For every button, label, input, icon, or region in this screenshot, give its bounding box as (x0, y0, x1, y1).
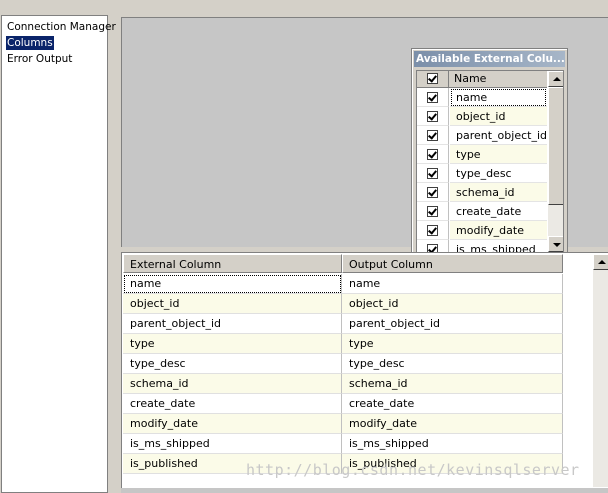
mapping-row[interactable]: is_published is_published (123, 454, 563, 474)
arrow-up-icon (598, 260, 606, 264)
nav-item-columns[interactable]: Columns (6, 36, 54, 50)
scroll-thumb[interactable] (548, 87, 563, 205)
column-checkbox[interactable] (427, 149, 438, 160)
mapping-header: External Column Output Column (123, 254, 563, 273)
mapping-rows: name name object_id object_id parent_object_… (123, 274, 563, 474)
output-column-cell[interactable]: type_desc (342, 354, 563, 374)
external-column-cell[interactable]: name (123, 274, 342, 294)
checkbox-cell[interactable] (417, 202, 449, 221)
checkbox-cell[interactable] (417, 183, 449, 202)
external-column-row[interactable]: parent_object_id (417, 126, 547, 145)
external-column-name: object_id (450, 107, 547, 126)
mapping-row[interactable]: is_ms_shipped is_ms_shipped (123, 434, 563, 454)
mapping-scroll-up-button[interactable] (593, 254, 608, 270)
external-columns-header: Name (417, 71, 547, 88)
output-column-cell[interactable]: is_ms_shipped (342, 434, 563, 454)
mapping-row[interactable]: parent_object_id parent_object_id (123, 314, 563, 334)
column-checkbox[interactable] (427, 187, 438, 198)
mapping-row[interactable]: schema_id schema_id (123, 374, 563, 394)
external-column-cell[interactable]: type_desc (123, 354, 342, 374)
external-column-row[interactable]: type_desc (417, 164, 547, 183)
external-column-cell[interactable]: create_date (123, 394, 342, 414)
external-column-cell[interactable]: is_published (123, 454, 342, 474)
external-columns-grid: Name name object_id parent_object_id type ty… (416, 70, 564, 253)
available-external-columns-box[interactable]: Available External Colu... Name name obje… (411, 48, 568, 257)
column-checkbox[interactable] (427, 111, 438, 122)
external-column-cell[interactable]: type (123, 334, 342, 354)
column-mapping-grid: External Column Output Column name name ob… (121, 252, 608, 488)
external-column-row[interactable]: type (417, 145, 547, 164)
external-column-cell[interactable]: parent_object_id (123, 314, 342, 334)
checkbox-cell[interactable] (417, 164, 449, 183)
external-column-name: type_desc (450, 164, 547, 183)
external-column-name: name (450, 88, 547, 107)
checkbox-cell[interactable] (417, 88, 449, 107)
arrow-down-icon (553, 243, 561, 247)
output-column-cell[interactable]: modify_date (342, 414, 563, 434)
arrow-up-icon (553, 77, 561, 81)
select-all-checkbox[interactable] (427, 73, 438, 84)
mapping-row[interactable]: name name (123, 274, 563, 294)
external-column-cell[interactable]: object_id (123, 294, 342, 314)
output-column-cell[interactable]: type (342, 334, 563, 354)
external-columns-scrollbar[interactable] (548, 71, 563, 252)
external-column-name: modify_date (450, 221, 547, 240)
output-column-cell[interactable]: parent_object_id (342, 314, 563, 334)
mapping-row[interactable]: type type (123, 334, 563, 354)
page-navigation: Connection Manager Columns Error Output (1, 15, 116, 493)
output-column-header[interactable]: Output Column (342, 254, 563, 273)
name-column-header[interactable]: Name (450, 71, 547, 87)
output-column-cell[interactable]: schema_id (342, 374, 563, 394)
external-column-name: type (450, 145, 547, 164)
external-column-row[interactable]: create_date (417, 202, 547, 221)
external-column-cell[interactable]: schema_id (123, 374, 342, 394)
mapping-scrollbar[interactable] (593, 254, 608, 487)
mapping-row[interactable]: modify_date modify_date (123, 414, 563, 434)
mapping-row[interactable]: object_id object_id (123, 294, 563, 314)
external-column-cell[interactable]: is_ms_shipped (123, 434, 342, 454)
external-column-name: parent_object_id (450, 126, 547, 145)
column-checkbox[interactable] (427, 168, 438, 179)
nav-item-error-output[interactable]: Error Output (6, 52, 73, 66)
external-columns-rows: name object_id parent_object_id type type_de… (417, 88, 547, 252)
output-column-cell[interactable]: create_date (342, 394, 563, 414)
output-column-cell[interactable]: is_published (342, 454, 563, 474)
external-column-row[interactable]: schema_id (417, 183, 547, 202)
output-column-cell[interactable]: object_id (342, 294, 563, 314)
bottom-edge (121, 488, 608, 493)
scroll-up-button[interactable] (548, 71, 563, 87)
nav-item-connection-manager[interactable]: Connection Manager (6, 20, 117, 34)
column-checkbox[interactable] (427, 92, 438, 103)
external-column-name: create_date (450, 202, 547, 221)
checkbox-cell[interactable] (417, 221, 449, 240)
columns-designer-panel: Available External Colu... Name name obje… (121, 17, 608, 257)
column-checkbox[interactable] (427, 225, 438, 236)
column-checkbox[interactable] (427, 206, 438, 217)
mapping-row[interactable]: type_desc type_desc (123, 354, 563, 374)
mapping-row[interactable]: create_date create_date (123, 394, 563, 414)
external-column-cell[interactable]: modify_date (123, 414, 342, 434)
checkbox-cell[interactable] (417, 107, 449, 126)
available-external-columns-title: Available External Colu... (414, 51, 565, 67)
column-checkbox[interactable] (427, 130, 438, 141)
select-all-cell[interactable] (417, 71, 449, 87)
external-column-row[interactable]: name (417, 88, 547, 107)
checkbox-cell[interactable] (417, 145, 449, 164)
external-column-header[interactable]: External Column (123, 254, 342, 273)
external-column-row[interactable]: object_id (417, 107, 547, 126)
checkbox-cell[interactable] (417, 126, 449, 145)
output-column-cell[interactable]: name (342, 274, 563, 294)
external-column-name: schema_id (450, 183, 547, 202)
external-column-row[interactable]: modify_date (417, 221, 547, 240)
scroll-down-button[interactable] (548, 236, 563, 252)
